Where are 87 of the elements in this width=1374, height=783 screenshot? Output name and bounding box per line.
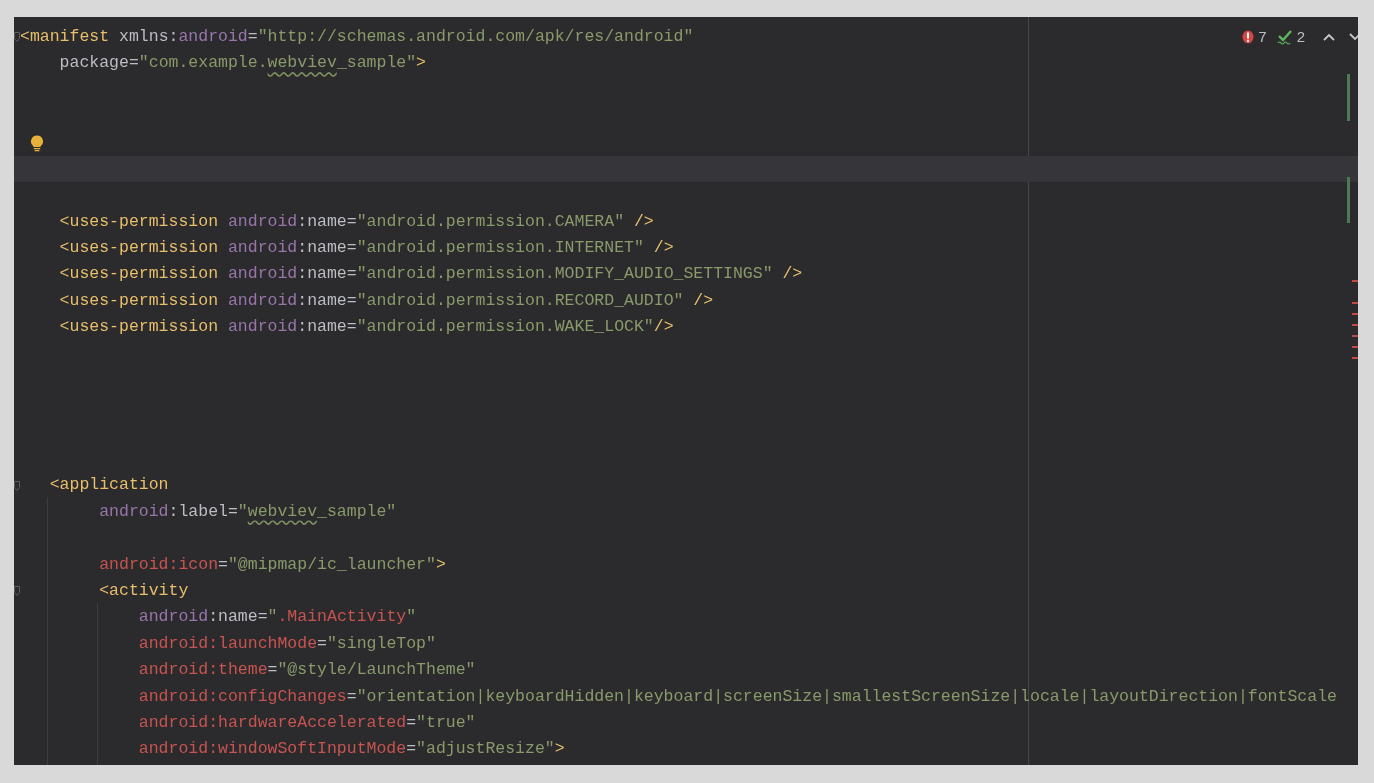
string-value: "com.example. xyxy=(138,52,268,75)
string-value: "android.permission.WAKE_LOCK" xyxy=(356,316,654,339)
misspelled-word: webviev xyxy=(247,500,318,523)
string-value: "adjustResize" xyxy=(416,738,555,761)
error-marker[interactable] xyxy=(1352,335,1358,337)
xml-tag: /> xyxy=(653,315,674,340)
xml-tag: <uses-permission xyxy=(20,209,219,235)
namespace-text: android xyxy=(226,263,298,286)
code-text: :name= xyxy=(208,606,268,629)
error-count: 7 xyxy=(1258,27,1267,47)
code-text: = xyxy=(346,685,357,708)
code-text: package xyxy=(58,52,129,75)
code-text: xmlns: xyxy=(118,25,179,48)
error-marker[interactable] xyxy=(1352,302,1358,304)
string-value: "singleTop" xyxy=(326,632,436,655)
error-text: android:windowSoftInputMode xyxy=(137,738,407,761)
code-text: = xyxy=(128,52,139,75)
code-text: = xyxy=(406,738,417,761)
string-value: " xyxy=(237,500,248,523)
chevron-up-icon[interactable] xyxy=(1323,33,1335,42)
fold-icon[interactable] xyxy=(14,586,20,597)
code-text: = xyxy=(267,659,278,682)
code-text: = xyxy=(317,632,327,655)
xml-tag: <activity xyxy=(20,579,189,604)
code-text: :name= xyxy=(297,236,357,259)
xml-tag: <application xyxy=(20,473,169,499)
code-text: :name= xyxy=(297,289,357,312)
code-text: :name= xyxy=(297,210,357,233)
xml-tag: /> xyxy=(772,262,803,288)
xml-tag: <uses-permission xyxy=(20,262,219,288)
lightbulb-icon[interactable] xyxy=(30,134,44,152)
error-marker[interactable] xyxy=(1352,324,1358,326)
xml-tag: <uses-permission xyxy=(20,288,219,314)
error-text: android:configChanges xyxy=(137,685,347,708)
xml-tag: > xyxy=(554,737,565,763)
error-marker[interactable] xyxy=(1352,357,1358,359)
string-value: " xyxy=(406,606,417,629)
misspelled-word: webviev xyxy=(267,52,337,75)
code-text: :label= xyxy=(168,500,238,523)
string-value: "android.permission.MODIFY_AUDIO_SETTINGS" xyxy=(356,263,773,286)
error-text: android:hardwareAccelerated xyxy=(137,711,407,734)
check-icon[interactable] xyxy=(1276,29,1293,45)
code-text: = xyxy=(406,711,417,734)
namespace-text: android xyxy=(226,289,298,312)
namespace-text: android xyxy=(226,236,298,259)
namespace-text: android xyxy=(226,316,298,339)
chevron-down-icon[interactable] xyxy=(1349,33,1358,42)
xml-tag: /> xyxy=(643,235,674,261)
error-icon[interactable] xyxy=(1242,30,1255,45)
error-marker[interactable] xyxy=(1352,346,1358,348)
string-value: "orientation|keyboardHidden|keyboard|screenSize|smallestScreenSize|locale|layoutDirection|fontScale xyxy=(356,685,1337,708)
code-text: = xyxy=(247,25,258,48)
xml-tag: /> xyxy=(683,288,714,314)
error-text: .MainActivity xyxy=(277,606,407,629)
error-marker[interactable] xyxy=(1352,313,1358,315)
string-value: "http://schemas.android.com/apk/res/android" xyxy=(257,25,694,48)
namespace-text: android xyxy=(178,25,248,48)
error-text: android:icon xyxy=(98,553,219,576)
code-text: = xyxy=(218,553,228,576)
string-value: "true" xyxy=(416,711,476,734)
string-value: "android.permission.INTERNET" xyxy=(356,236,644,259)
code-text: :name= xyxy=(297,316,357,339)
change-marker[interactable] xyxy=(1347,74,1350,121)
fold-icon[interactable] xyxy=(14,32,20,42)
xml-tag: > xyxy=(435,552,446,578)
error-text: android:theme xyxy=(137,659,268,682)
namespace-text: android xyxy=(226,210,298,233)
xml-tag: <manifest xyxy=(20,24,110,50)
string-value: "@style/LaunchTheme" xyxy=(277,659,476,682)
xml-tag: /> xyxy=(624,209,654,235)
namespace-text: android xyxy=(98,500,169,523)
string-value: "android.permission.CAMERA" xyxy=(356,210,625,233)
xml-tag: > xyxy=(416,51,426,76)
code-text: :name= xyxy=(297,263,357,286)
error-text: android:launchMode xyxy=(137,632,318,655)
string-value: " xyxy=(267,606,278,629)
string-value: "android.permission.RECORD_AUDIO" xyxy=(356,289,684,312)
string-value: _sample" xyxy=(317,500,397,523)
fold-icon[interactable] xyxy=(14,480,20,491)
string-value: _sample" xyxy=(336,52,417,75)
xml-tag: <uses-permission xyxy=(20,235,219,261)
error-marker[interactable] xyxy=(1352,280,1358,282)
namespace-text: android xyxy=(137,606,209,629)
warning-count: 2 xyxy=(1296,27,1305,47)
string-value: "@mipmap/ic_launcher" xyxy=(227,553,436,576)
change-marker[interactable] xyxy=(1347,177,1350,223)
xml-tag: <uses-permission xyxy=(20,315,219,340)
